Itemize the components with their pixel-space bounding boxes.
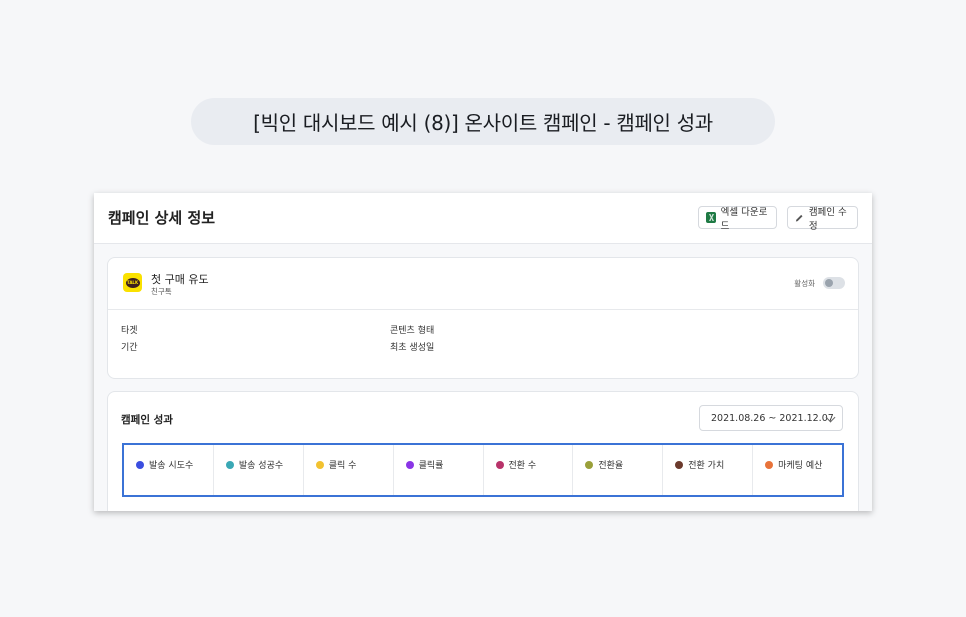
metric-item[interactable]: 전환율	[573, 445, 664, 495]
edit-campaign-label: 캠페인 수정	[808, 206, 847, 232]
kakao-talk-icon-text: TALK	[125, 277, 140, 288]
metric-dot	[136, 460, 144, 469]
metric-dot	[495, 460, 504, 469]
page-title-banner: [빅인 대시보드 예시 (8)] 온사이트 캠페인 - 캠페인 성과	[191, 98, 775, 145]
metric-label: 전환율	[598, 461, 624, 471]
excel-download-label: 엑셀 다운로드	[720, 206, 768, 232]
first-created-label: 최초 생성일	[390, 343, 435, 353]
panel-header: 캠페인 상세 정보 엑셀 다운로드 캠페인 수정	[94, 193, 872, 244]
metric-dot	[225, 460, 234, 469]
edit-campaign-button[interactable]: 캠페인 수정	[787, 206, 858, 232]
performance-title: 캠페인 성과	[121, 414, 173, 426]
pencil-icon	[795, 214, 803, 222]
metric-label: 전환 수	[508, 461, 537, 471]
metric-item[interactable]: 마케팅 예산	[753, 445, 842, 495]
metric-dot	[765, 460, 774, 469]
metric-label: 발송 성공수	[238, 461, 284, 471]
metric-legend: 발송 시도수 발송 성공수 클릭 수 클릭률 전환 수 전환율 전환 가치 마케…	[122, 443, 844, 497]
metric-item[interactable]: 전환 가치	[663, 445, 754, 495]
metric-label: 발송 시도수	[149, 461, 194, 471]
date-range-select[interactable]: 2021.08.26 ~ 2021.12.07	[699, 405, 843, 431]
active-toggle-knob	[825, 279, 833, 287]
date-range-value: 2021.08.26 ~ 2021.12.07	[711, 412, 834, 424]
metric-dot	[675, 460, 684, 469]
excel-icon	[706, 212, 716, 223]
campaign-performance-card: 캠페인 성과 2021.08.26 ~ 2021.12.07 발송 시도수 발송…	[107, 391, 859, 511]
metric-label: 클릭률	[418, 461, 444, 471]
campaign-channel: 친구톡	[151, 287, 172, 296]
metric-label: 전환 가치	[688, 461, 725, 471]
campaign-info-header: TALK 첫 구매 유도 친구톡 활성화	[108, 258, 858, 310]
period-label: 기간	[121, 343, 138, 353]
panel-title: 캠페인 상세 정보	[108, 209, 216, 227]
metric-item[interactable]: 전환 수	[484, 445, 574, 495]
active-toggle[interactable]	[823, 277, 845, 289]
target-label: 타겟	[121, 326, 138, 336]
page-title: [빅인 대시보드 예시 (8)] 온사이트 캠페인 - 캠페인 성과	[253, 111, 713, 135]
metric-dot	[405, 460, 414, 469]
campaign-detail-panel: 캠페인 상세 정보 엑셀 다운로드 캠페인 수정 TALK 첫 구매 유도 친구…	[94, 193, 872, 511]
metric-item[interactable]: 클릭 수	[304, 445, 394, 495]
active-toggle-label: 활성화	[794, 279, 815, 288]
metric-label: 마케팅 예산	[778, 461, 823, 471]
metric-item[interactable]: 발송 성공수	[214, 445, 304, 495]
excel-download-button[interactable]: 엑셀 다운로드	[698, 206, 777, 232]
metric-item[interactable]: 클릭률	[394, 445, 484, 495]
metric-item[interactable]: 발송 시도수	[124, 445, 214, 495]
campaign-info-card: TALK 첫 구매 유도 친구톡 활성화 타겟 기간 콘텐츠 형태 최초 생성일	[107, 257, 859, 379]
metric-dot	[585, 460, 594, 469]
campaign-name: 첫 구매 유도	[151, 273, 209, 286]
content-type-label: 콘텐츠 형태	[390, 326, 435, 336]
kakao-talk-icon: TALK	[123, 273, 142, 292]
metric-dot	[315, 460, 324, 469]
metric-label: 클릭 수	[328, 461, 357, 471]
